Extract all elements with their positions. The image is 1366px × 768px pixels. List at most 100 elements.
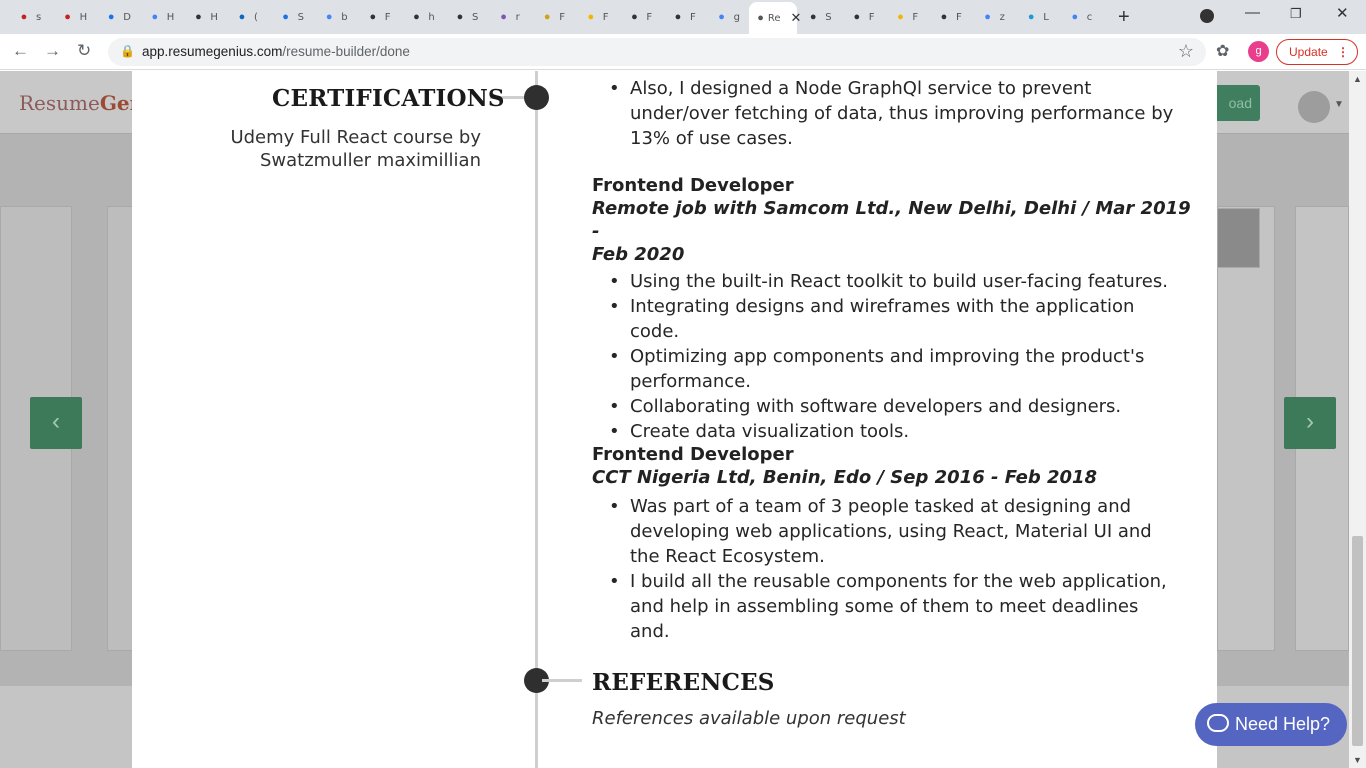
browser-tab[interactable]: ● S bbox=[444, 4, 488, 30]
close-window-icon[interactable]: ✕ bbox=[1336, 4, 1349, 22]
browser-tab[interactable]: ● S bbox=[797, 4, 841, 30]
browser-tab[interactable]: ● F bbox=[928, 4, 972, 30]
browser-tab[interactable]: ● g bbox=[706, 4, 750, 30]
browser-tab[interactable]: ● c bbox=[1059, 4, 1103, 30]
restore-icon[interactable]: ❐ bbox=[1290, 6, 1302, 22]
browser-tab[interactable]: ● r bbox=[488, 4, 532, 30]
references-text: References available upon request bbox=[592, 708, 906, 729]
github-icon: ● bbox=[674, 11, 682, 23]
tab-label: F bbox=[384, 11, 391, 23]
lock-icon: 🔒 bbox=[120, 44, 135, 58]
need-help-button[interactable]: Need Help? bbox=[1195, 703, 1347, 746]
resume-icon: ● bbox=[757, 12, 764, 24]
browser-tab[interactable]: ● F bbox=[575, 4, 619, 30]
google-icon: ● bbox=[984, 11, 991, 23]
browser-tab[interactable]: ●( bbox=[226, 4, 270, 30]
browser-tab[interactable]: ● H bbox=[52, 4, 96, 30]
browser-tab[interactable]: ● S bbox=[270, 4, 314, 30]
browser-tab[interactable]: ● Re ✕ bbox=[749, 2, 801, 34]
bullet-item: Optimizing app components and improving … bbox=[592, 344, 1192, 394]
url-text[interactable]: app.resumegenius.com/resume-builder/done bbox=[142, 44, 410, 59]
tab-label: D bbox=[123, 11, 131, 23]
extensions-icon[interactable]: ✿ bbox=[1216, 41, 1229, 61]
tab-label: H bbox=[210, 11, 218, 23]
previous-template-button[interactable]: ‹ bbox=[30, 397, 82, 449]
tab-label: S bbox=[472, 11, 479, 23]
tab-label: c bbox=[1086, 11, 1093, 23]
browser-tab[interactable]: ● h bbox=[400, 4, 444, 30]
browser-toolbar: ← → ↻ 🔒 app.resumegenius.com/resume-buil… bbox=[0, 34, 1366, 70]
bullet-line: and help in assembling some of them to m… bbox=[630, 596, 1139, 617]
tab-label: r bbox=[515, 11, 520, 23]
browser-tab[interactable]: ● H bbox=[182, 4, 226, 30]
browser-tab[interactable]: ● z bbox=[972, 4, 1016, 30]
tab-label: F bbox=[646, 11, 653, 23]
job-subtitle-line: Feb 2020 bbox=[592, 244, 685, 265]
user-avatar-icon[interactable] bbox=[1298, 91, 1330, 123]
scroll-thumb[interactable] bbox=[1352, 536, 1363, 746]
browser-tab[interactable]: ● F bbox=[662, 4, 706, 30]
template-card-right[interactable] bbox=[1217, 206, 1275, 651]
browser-tab[interactable]: ● F bbox=[357, 4, 401, 30]
browser-tab[interactable]: ● b bbox=[313, 4, 357, 30]
browser-tab[interactable]: ● D bbox=[95, 4, 139, 30]
minimize-icon[interactable]: — bbox=[1245, 4, 1260, 21]
bullet-item: Integrating designs and wireframes with … bbox=[592, 294, 1192, 344]
tab-label: S bbox=[297, 11, 304, 23]
experience-entry: Frontend Developer Remote job with Samco… bbox=[592, 174, 1192, 444]
tab-label: z bbox=[999, 11, 1005, 23]
browser-tab[interactable]: ● F bbox=[618, 4, 662, 30]
update-label: Update bbox=[1289, 45, 1328, 59]
reload-icon[interactable]: ↻ bbox=[77, 41, 91, 61]
profile-avatar[interactable]: g bbox=[1248, 41, 1269, 62]
page-scrollbar[interactable]: ▲ ▼ bbox=[1349, 71, 1366, 768]
job-subtitle: Remote job with Samcom Ltd., New Delhi, … bbox=[592, 197, 1192, 266]
timeline-connector bbox=[542, 679, 582, 682]
bullet-line: code. bbox=[630, 321, 680, 342]
update-button[interactable]: Update ⋮ bbox=[1276, 39, 1358, 65]
chevron-down-icon[interactable]: ▼ bbox=[1334, 99, 1344, 110]
back-icon[interactable]: ← bbox=[12, 41, 29, 61]
new-tab-button[interactable]: + bbox=[1118, 6, 1130, 29]
bird-icon: ● bbox=[413, 11, 420, 23]
timeline-dot bbox=[524, 85, 549, 110]
forward-icon[interactable]: → bbox=[44, 41, 61, 61]
scroll-down-icon[interactable]: ▼ bbox=[1353, 755, 1362, 765]
resume-genius-logo[interactable]: ResumeGen bbox=[19, 91, 144, 115]
bullet-line: Also, I designed a Node GraphQl service … bbox=[630, 78, 1092, 99]
bullet-line: Using the built-in React toolkit to buil… bbox=[630, 271, 1168, 292]
bookmark-star-icon[interactable]: ☆ bbox=[1178, 41, 1194, 62]
experience-entry: Frontend Developer CCT Nigeria Ltd, Beni… bbox=[592, 443, 1192, 644]
timeline-line bbox=[535, 71, 538, 768]
linkedin-icon: ● bbox=[238, 11, 246, 23]
tab-label: S bbox=[825, 11, 832, 23]
tab-search-icon[interactable] bbox=[1200, 9, 1214, 23]
google-icon: ● bbox=[325, 11, 333, 23]
github-icon: ● bbox=[809, 11, 817, 23]
bullet-item: Collaborating with software developers a… bbox=[592, 394, 1192, 419]
job-subtitle-line: Remote job with Samcom Ltd., New Delhi, … bbox=[592, 198, 1191, 242]
tab-label: ( bbox=[254, 11, 258, 23]
next-template-button[interactable]: › bbox=[1284, 397, 1336, 449]
tab-label: s bbox=[36, 11, 42, 23]
tab-label: F bbox=[956, 11, 962, 23]
certification-line: Swatzmuller maximillian bbox=[259, 150, 481, 171]
job-title: Frontend Developer bbox=[592, 175, 794, 196]
logo-prefix: Resume bbox=[19, 91, 100, 115]
bullet-line: Was part of a team of 3 people tasked at… bbox=[630, 496, 1132, 517]
browser-tab[interactable]: ● s bbox=[8, 4, 52, 30]
browser-tab[interactable]: ● F bbox=[841, 4, 885, 30]
tab-label: H bbox=[166, 11, 175, 23]
download-icon: ● bbox=[107, 11, 115, 23]
browser-tab[interactable]: ● F bbox=[531, 4, 575, 30]
sun-icon: ● bbox=[543, 11, 551, 23]
browser-tab[interactable]: ● H bbox=[139, 4, 183, 30]
url-path: /resume-builder/done bbox=[282, 44, 410, 59]
bullet-line: 13% of use cases. bbox=[630, 128, 793, 149]
tab-label: F bbox=[868, 11, 875, 23]
tab-label: F bbox=[602, 11, 609, 23]
browser-tab[interactable]: ● L bbox=[1015, 4, 1059, 30]
scroll-up-icon[interactable]: ▲ bbox=[1353, 74, 1362, 84]
browser-tab[interactable]: ● F bbox=[884, 4, 928, 30]
address-bar[interactable]: 🔒 app.resumegenius.com/resume-builder/do… bbox=[108, 38, 1206, 66]
